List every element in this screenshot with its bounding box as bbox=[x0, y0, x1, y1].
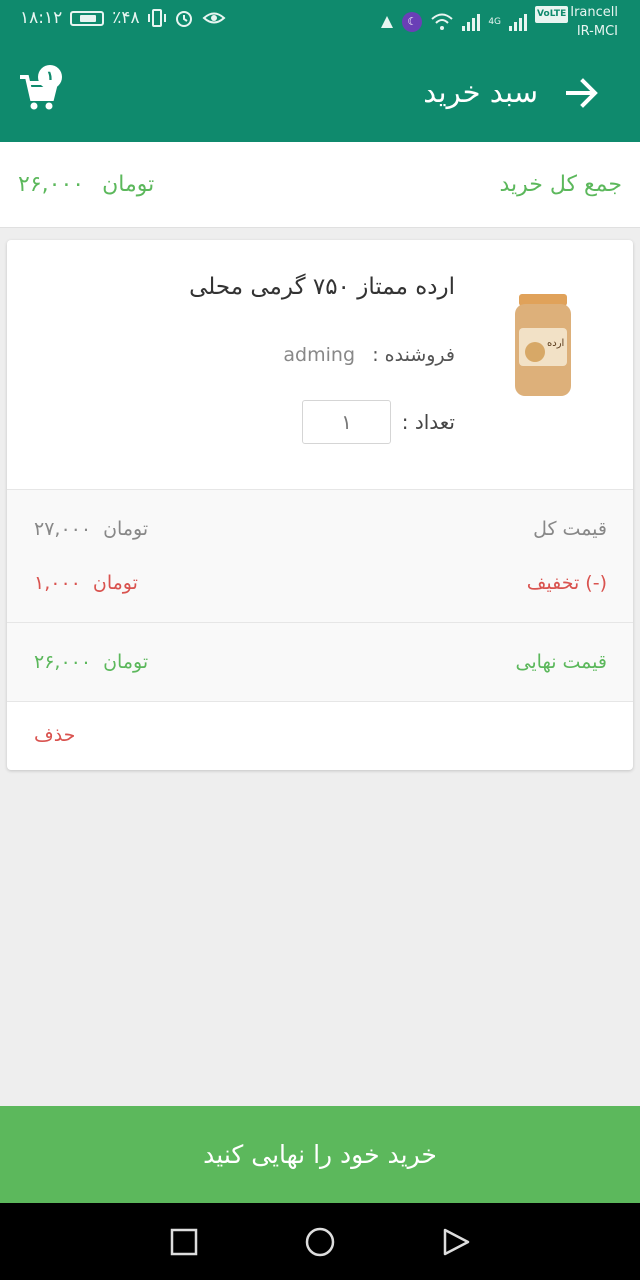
status-bar: ۱۸:۱۲ ٪۴۸ ☾ 4G VoLTE Irancell IR-MCI bbox=[0, 0, 640, 43]
carrier-name-2: IR-MCI bbox=[576, 24, 618, 39]
total-label: جمع کل خرید bbox=[499, 172, 622, 197]
warning-icon bbox=[381, 16, 394, 28]
back-nav-icon[interactable] bbox=[441, 1227, 471, 1257]
wifi-icon bbox=[431, 13, 453, 30]
seller-value: adming bbox=[283, 344, 355, 366]
signal-icon-1 bbox=[462, 13, 481, 31]
price-breakdown: قیمت کل تومان ۲۷,۰۰۰ (-) تخفیف تومان ۱,۰۰۰ bbox=[7, 489, 633, 623]
back-button[interactable] bbox=[562, 73, 602, 113]
night-mode-icon: ☾ bbox=[402, 12, 423, 32]
final-price-label: قیمت نهایی bbox=[515, 651, 607, 673]
total-price-value: ۲۷,۰۰۰ bbox=[34, 518, 92, 540]
seller-label: فروشنده : bbox=[372, 344, 455, 366]
signal-icon-2 bbox=[509, 13, 528, 31]
alarm-icon bbox=[175, 11, 192, 27]
quantity-input[interactable]: ۱ bbox=[302, 400, 391, 444]
product-image: ارده bbox=[515, 294, 571, 396]
carrier-info: VoLTE Irancell IR-MCI bbox=[535, 4, 618, 40]
battery-percent: ٪۴۸ bbox=[112, 8, 140, 28]
final-price-currency: تومان bbox=[103, 651, 149, 673]
product-name: ارده ممتاز ۷۵۰ گرمی محلی bbox=[189, 274, 455, 300]
total-amount: تومان ۲۶,۰۰۰ bbox=[18, 172, 154, 197]
total-value: ۲۶,۰۰۰ bbox=[18, 172, 85, 197]
recent-apps-icon[interactable] bbox=[169, 1227, 199, 1257]
app-bar: سبد خرید ۱ bbox=[0, 43, 640, 142]
arrow-forward-icon bbox=[566, 78, 598, 108]
network-type: 4G bbox=[488, 17, 502, 27]
product-image-label: ارده bbox=[547, 338, 564, 349]
total-currency: تومان bbox=[102, 172, 155, 197]
final-price-row: قیمت نهایی تومان ۲۶,۰۰۰ bbox=[7, 623, 633, 702]
page-title: سبد خرید bbox=[423, 75, 538, 109]
final-price-value: ۲۶,۰۰۰ bbox=[34, 651, 92, 673]
final-price: تومان ۲۶,۰۰۰ bbox=[34, 651, 148, 673]
vibrate-icon bbox=[147, 9, 166, 27]
home-icon[interactable] bbox=[305, 1227, 335, 1257]
eye-icon bbox=[202, 12, 226, 24]
total-price: تومان ۲۷,۰۰۰ bbox=[34, 518, 148, 540]
delete-button[interactable]: حذف bbox=[34, 724, 75, 746]
discount-label: (-) تخفیف bbox=[526, 572, 607, 594]
clock: ۱۸:۱۲ bbox=[20, 8, 63, 28]
quantity-label: تعداد : bbox=[401, 410, 455, 434]
total-price-currency: تومان bbox=[103, 518, 149, 540]
cart-item-card: ارده ارده ممتاز ۷۵۰ گرمی محلی فروشنده : … bbox=[7, 240, 633, 770]
cart-total-bar: جمع کل خرید تومان ۲۶,۰۰۰ bbox=[0, 142, 640, 228]
volte-badge: VoLTE bbox=[535, 6, 569, 23]
discount-value: ۱,۰۰۰ bbox=[34, 572, 81, 594]
battery-icon bbox=[70, 10, 105, 26]
cart-count-badge: ۱ bbox=[38, 65, 62, 89]
carrier-name: Irancell bbox=[570, 5, 618, 20]
checkout-button[interactable]: خرید خود را نهایی کنید bbox=[0, 1106, 640, 1203]
total-price-label: قیمت کل bbox=[533, 518, 607, 540]
discount-currency: تومان bbox=[92, 572, 138, 594]
discount: تومان ۱,۰۰۰ bbox=[34, 572, 138, 594]
system-nav-bar bbox=[0, 1203, 640, 1280]
